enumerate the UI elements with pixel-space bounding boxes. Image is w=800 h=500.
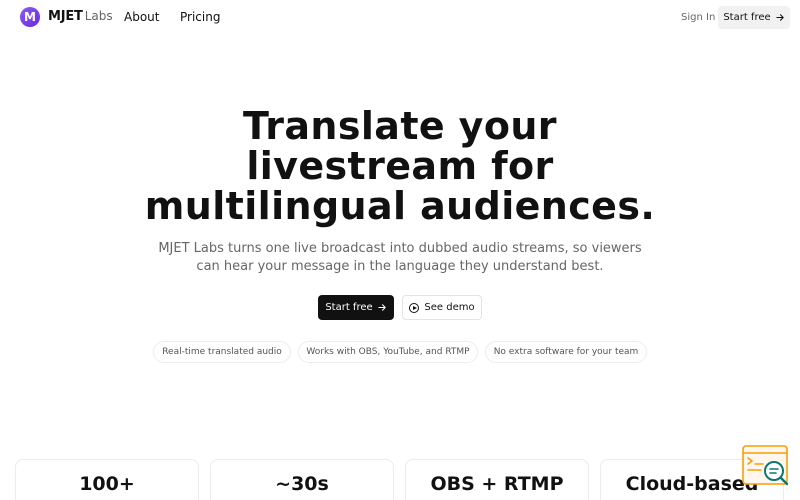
play-circle-icon — [409, 302, 420, 313]
stat-card: OBS + RTMP — [405, 459, 589, 500]
arrow-right-icon — [378, 304, 386, 311]
arrow-right-icon — [776, 14, 784, 21]
brand-name[interactable]: MJET Labs — [48, 9, 113, 24]
stat-card: 100+ — [15, 459, 199, 500]
nav-start-free-button[interactable]: Start free — [718, 6, 790, 29]
sign-in-link[interactable]: Sign In — [681, 12, 715, 23]
hero-title-line: multilingual audiences. — [144, 184, 656, 228]
logo-icon[interactable]: M — [20, 7, 40, 27]
feature-pill: Real-time translated audio — [153, 341, 291, 363]
nav-link-pricing[interactable]: Pricing — [180, 10, 220, 24]
brand-sub-text: Labs — [84, 9, 113, 23]
stat-value: OBS + RTMP — [430, 473, 564, 495]
nav-start-free-label: Start free — [723, 12, 771, 23]
hero-start-free-label: Start free — [325, 302, 373, 313]
hero-title-line: Translate your — [243, 104, 557, 148]
stat-value: ~30s — [275, 473, 329, 495]
nav-link-about[interactable]: About — [124, 10, 159, 24]
search-document-icon[interactable] — [741, 444, 791, 488]
stat-card: ~30s — [210, 459, 394, 500]
brand-main-text: MJET — [48, 9, 83, 24]
hero-subtitle-line: can hear your message in the language th… — [196, 259, 604, 274]
see-demo-label: See demo — [424, 302, 475, 313]
stat-value: 100+ — [79, 473, 135, 495]
feature-pill: No extra software for your team — [485, 341, 647, 363]
landing-page: M MJET Labs About Pricing Sign In Start … — [0, 0, 800, 500]
see-demo-button[interactable]: See demo — [402, 295, 482, 320]
hero-start-free-button[interactable]: Start free — [318, 295, 394, 320]
hero-title: Translate your livestream for multilingu… — [100, 106, 700, 226]
feature-pill: Works with OBS, YouTube, and RTMP — [298, 341, 478, 363]
hero-title-line: livestream for — [246, 144, 554, 188]
hero-subtitle-line: MJET Labs turns one live broadcast into … — [158, 241, 642, 256]
hero-subtitle: MJET Labs turns one live broadcast into … — [150, 240, 650, 276]
top-navigation: M MJET Labs About Pricing Sign In Start … — [0, 0, 800, 36]
